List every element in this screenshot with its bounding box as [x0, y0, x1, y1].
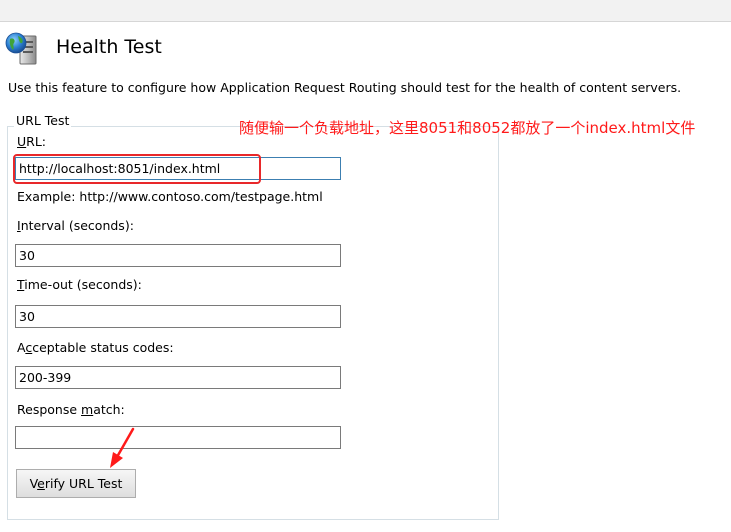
status-codes-label: Acceptable status codes:: [17, 340, 174, 356]
page-description: Use this feature to configure how Applic…: [8, 80, 682, 95]
timeout-label: Time-out (seconds):: [17, 277, 142, 293]
interval-input[interactable]: [15, 244, 341, 267]
page-title: Health Test: [56, 36, 162, 58]
response-match-input[interactable]: [15, 426, 341, 449]
top-toolbar-strip: [0, 0, 731, 22]
url-label-accesskey: U: [17, 134, 27, 149]
interval-label-text: nterval (seconds):: [20, 218, 134, 233]
response-match-label-accesskey: m: [81, 402, 94, 417]
url-label-text: RL:: [26, 134, 47, 149]
status-codes-input[interactable]: [15, 366, 341, 389]
timeout-input[interactable]: [15, 305, 341, 328]
response-match-label-text: atch:: [93, 402, 125, 417]
server-globe-icon: [5, 32, 37, 65]
verify-url-test-button[interactable]: Verify URL Test: [16, 469, 136, 498]
annotation-text: 随便输一个负载地址，这里8051和8052都放了一个index.html文件: [239, 119, 696, 137]
response-match-label-pre: Response: [17, 402, 82, 417]
timeout-label-text: ime-out (seconds):: [24, 277, 142, 292]
status-codes-label-text: ceptable status codes:: [32, 340, 174, 355]
url-test-legend: URL Test: [14, 113, 72, 128]
url-label: URL:: [17, 134, 46, 150]
verify-button-label-text: rify URL Test: [44, 476, 123, 491]
red-arrow-icon: [110, 427, 135, 468]
url-highlight-box: [13, 154, 261, 184]
response-match-label: Response match:: [17, 402, 125, 418]
verify-button-accesskey: e: [37, 476, 45, 491]
url-example-text: Example: http://www.contoso.com/testpage…: [17, 189, 323, 204]
interval-label: Interval (seconds):: [17, 218, 134, 234]
